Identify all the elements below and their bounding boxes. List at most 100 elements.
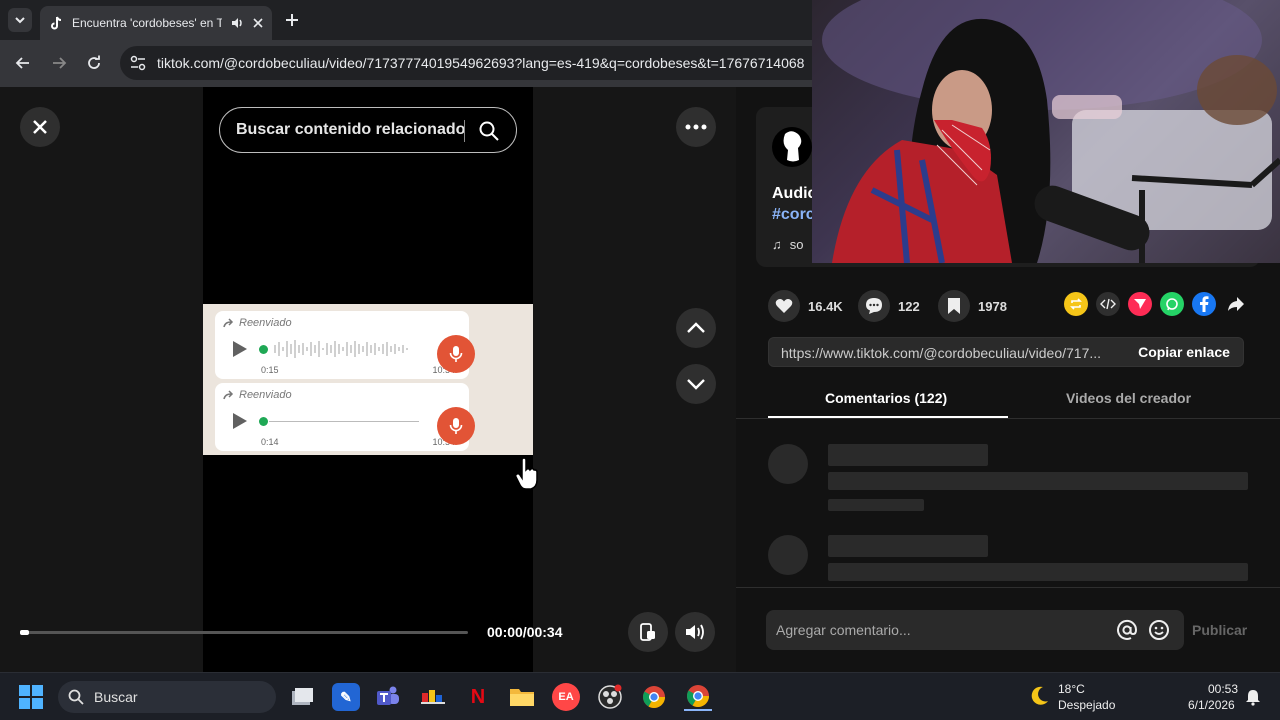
address-bar[interactable]: tiktok.com/@cordobeculiau/video/71737774…: [120, 46, 840, 80]
forward-button[interactable]: [46, 50, 72, 76]
tab-comments[interactable]: Comentarios (122): [825, 390, 947, 406]
like-count: 16.4K: [808, 298, 843, 314]
windows-start-icon[interactable]: [18, 684, 44, 710]
obs-icon[interactable]: [596, 683, 624, 711]
comment-icon: [866, 298, 882, 314]
editor-app-icon[interactable]: ✎: [332, 683, 360, 711]
back-button[interactable]: [10, 50, 36, 76]
publish-button[interactable]: Publicar: [1192, 622, 1247, 638]
url-text[interactable]: tiktok.com/@cordobeculiau/video/71737774…: [157, 55, 804, 71]
related-search[interactable]: Buscar contenido relacionado: [219, 107, 517, 153]
notification-bell-icon[interactable]: [1244, 688, 1262, 706]
moon-weather-icon[interactable]: [1028, 685, 1050, 707]
volume-button[interactable]: [675, 612, 715, 652]
voice-message: Reenviado 0:15 10:54: [215, 311, 475, 379]
weather-temperature[interactable]: 18°C: [1058, 682, 1085, 696]
mic-badge: [437, 335, 475, 373]
picture-in-picture-icon: [640, 623, 655, 641]
avatar-icon: [783, 131, 802, 162]
search-input[interactable]: Buscar contenido relacionado: [236, 121, 465, 139]
heart-icon: [775, 299, 793, 313]
video-progress-bar[interactable]: [20, 630, 468, 635]
new-tab-button[interactable]: [282, 10, 302, 30]
video-frame: Reenviado 0:15 10:54 Reenviado 0:14 10:5…: [203, 304, 533, 455]
chevron-up-icon: [687, 322, 705, 333]
comment-skeleton-avatar: [768, 444, 808, 484]
file-explorer-icon[interactable]: [508, 683, 536, 711]
netflix-icon[interactable]: N: [464, 683, 492, 711]
facebook-share-button[interactable]: [1192, 292, 1216, 316]
comment-placeholder: Agregar comentario...: [776, 622, 911, 638]
whatsapp-icon: [1166, 298, 1178, 311]
arrow-left-icon: [15, 57, 29, 69]
chrome-active-icon[interactable]: [684, 683, 712, 711]
search-icon[interactable]: [478, 120, 500, 142]
search-icon: [68, 689, 84, 705]
creator-avatar[interactable]: [772, 127, 812, 167]
like-stat[interactable]: 16.4K: [768, 290, 843, 322]
tabs-divider: [736, 418, 1280, 419]
video-link-url[interactable]: https://www.tiktok.com/@cordobeculiau/vi…: [781, 345, 1121, 361]
more-options-button[interactable]: [676, 107, 716, 147]
comment-skeleton-line: [828, 472, 1248, 490]
mic-badge: [437, 407, 475, 445]
play-icon[interactable]: [233, 413, 247, 429]
share-arrow-icon: [1228, 297, 1244, 311]
send-icon: [1134, 299, 1146, 309]
taskbar-search[interactable]: Buscar: [58, 681, 276, 713]
comment-button[interactable]: [858, 290, 890, 322]
emoji-icon[interactable]: [1148, 619, 1170, 641]
more-horizontal-icon: [685, 124, 707, 130]
chrome-icon[interactable]: [640, 683, 668, 711]
close-tab-icon[interactable]: [252, 17, 264, 29]
weather-condition[interactable]: Despejado: [1058, 698, 1115, 712]
hashtag-link[interactable]: #corc: [772, 206, 815, 224]
floating-player-button[interactable]: [628, 612, 668, 652]
mention-icon[interactable]: [1116, 619, 1138, 641]
repost-button[interactable]: [1064, 292, 1088, 316]
comment-stat[interactable]: 122: [858, 290, 920, 322]
message-duration: 0:14: [261, 437, 279, 447]
send-friends-button[interactable]: [1128, 292, 1152, 316]
comment-skeleton-line: [828, 563, 1248, 581]
previous-video-button[interactable]: [676, 308, 716, 348]
save-button[interactable]: [938, 290, 970, 322]
microphone-icon: [449, 346, 463, 362]
copy-link-button[interactable]: Copiar enlace: [1123, 338, 1245, 366]
play-icon[interactable]: [233, 341, 247, 357]
clock-date[interactable]: 6/1/2026: [1188, 698, 1235, 712]
music-link[interactable]: ♫ so: [772, 237, 803, 252]
video-description: Audic: [772, 185, 817, 202]
like-button[interactable]: [768, 290, 800, 322]
message-duration: 0:15: [261, 365, 279, 375]
arrow-right-icon: [53, 57, 67, 69]
whatsapp-share-button[interactable]: [1160, 292, 1184, 316]
repost-icon: [1070, 298, 1082, 310]
comment-skeleton-line: [828, 535, 988, 557]
next-video-button[interactable]: [676, 364, 716, 404]
comment-skeleton-line: [828, 444, 988, 466]
audio-track: [269, 421, 419, 422]
tab-creator-videos[interactable]: Videos del creador: [1066, 390, 1191, 406]
browser-tab[interactable]: Encuentra 'cordobeses' en T: [40, 6, 272, 40]
ea-app-icon[interactable]: EA: [552, 683, 580, 711]
clock-time[interactable]: 00:53: [1208, 682, 1238, 696]
save-count: 1978: [978, 298, 1007, 314]
teams-icon[interactable]: [374, 683, 402, 711]
save-stat[interactable]: 1978: [938, 290, 1007, 322]
tab-search-button[interactable]: [8, 8, 32, 32]
reload-button[interactable]: [81, 50, 107, 76]
voice-message: Reenviado 0:14 10:54: [215, 383, 475, 451]
flags-app-icon[interactable]: [419, 683, 447, 711]
site-settings-icon[interactable]: [129, 54, 147, 72]
comment-input[interactable]: Agregar comentario...: [766, 610, 1184, 650]
bookmark-icon: [948, 298, 960, 314]
more-share-button[interactable]: [1224, 292, 1248, 316]
close-button[interactable]: [20, 107, 60, 147]
embed-button[interactable]: [1096, 292, 1120, 316]
search-divider: [464, 120, 465, 142]
speaker-icon[interactable]: [230, 16, 244, 30]
comment-skeleton-avatar: [768, 535, 808, 575]
microphone-icon: [449, 418, 463, 434]
task-view-icon[interactable]: [288, 683, 316, 711]
